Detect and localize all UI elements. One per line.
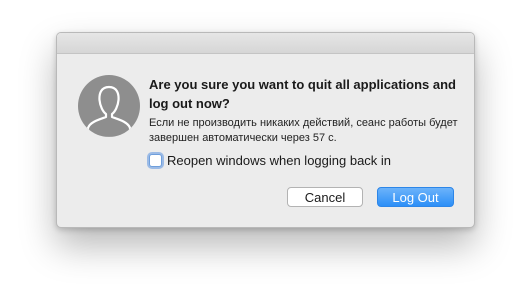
- user-avatar-icon: [78, 75, 140, 137]
- screen: Are you sure you want to quit all applic…: [0, 0, 529, 307]
- log-out-button[interactable]: Log Out: [377, 187, 454, 207]
- reopen-windows-option[interactable]: Reopen windows when logging back in: [149, 152, 391, 168]
- dialog-titlebar: [57, 33, 474, 54]
- dialog-title: Are you sure you want to quit all applic…: [149, 77, 456, 111]
- logout-dialog: Are you sure you want to quit all applic…: [56, 32, 475, 228]
- cancel-button[interactable]: Cancel: [287, 187, 363, 207]
- reopen-windows-label: Reopen windows when logging back in: [167, 152, 392, 168]
- dialog-countdown-message: Если не производить никаких действий, се…: [149, 117, 458, 144]
- reopen-windows-checkbox[interactable]: [149, 153, 162, 167]
